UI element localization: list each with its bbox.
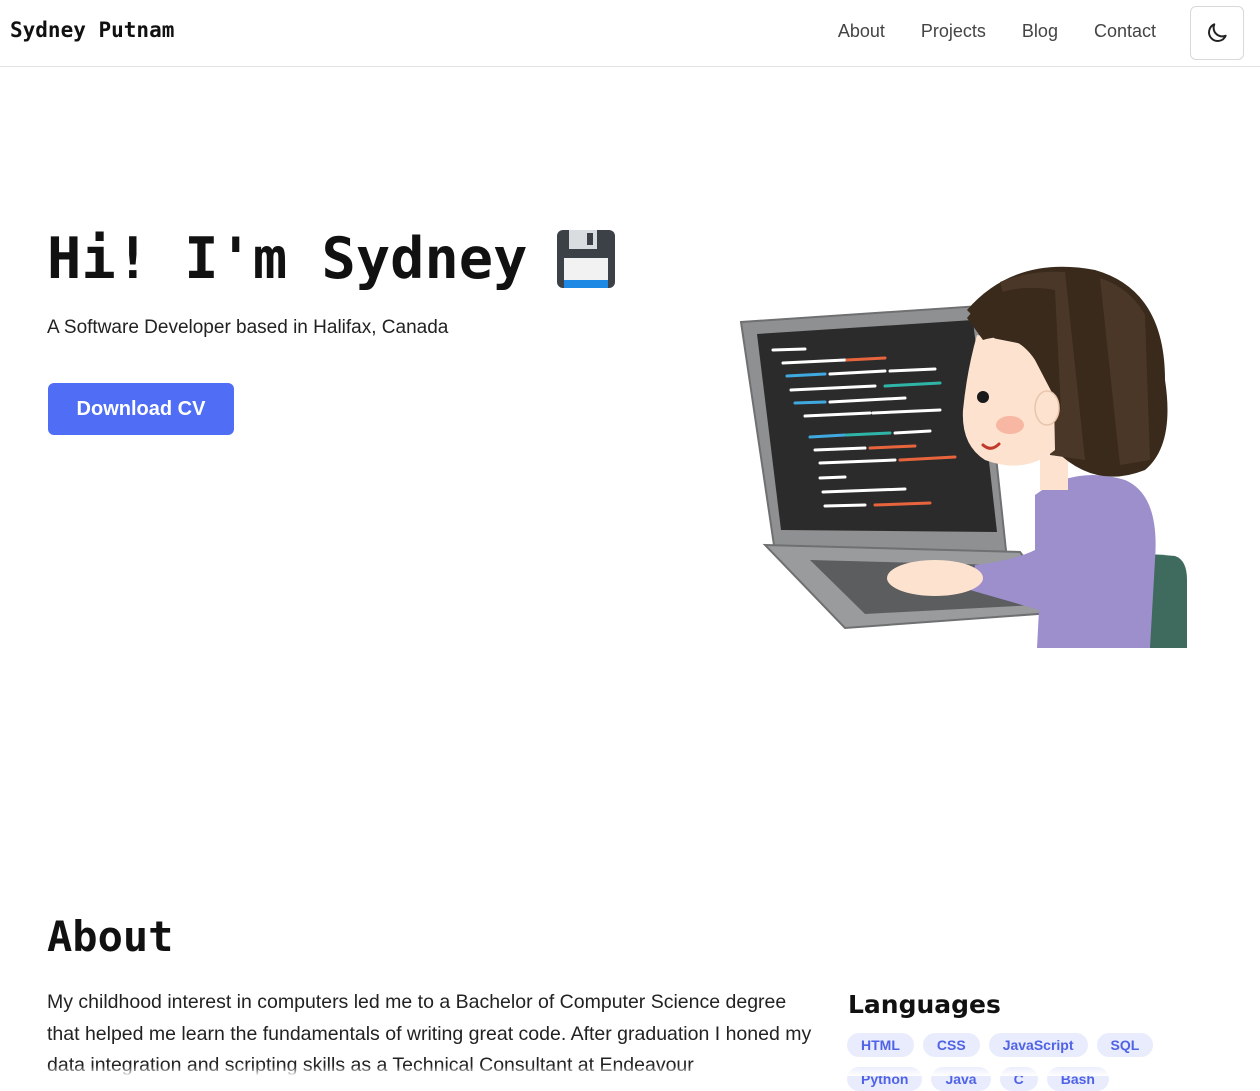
floppy-disk-icon — [557, 230, 616, 288]
theme-toggle-button[interactable] — [1190, 6, 1244, 60]
download-cv-button[interactable]: Download CV — [48, 383, 234, 435]
bottom-fade — [0, 1066, 1260, 1076]
about-heading: About — [47, 912, 174, 961]
nav-link-contact[interactable]: Contact — [1094, 21, 1156, 42]
hero-title-text: Hi! I'm Sydney — [47, 226, 528, 292]
site-header: Sydney Putnam About Projects Blog Contac… — [0, 0, 1260, 67]
moon-icon — [1208, 23, 1227, 42]
main-nav: About Projects Blog Contact — [838, 21, 1156, 42]
nav-link-projects[interactable]: Projects — [921, 21, 986, 42]
language-tag: SQL — [1096, 1033, 1154, 1057]
hero-subtitle: A Software Developer based in Halifax, C… — [47, 317, 449, 338]
hero-title: Hi! I'm Sydney — [47, 226, 617, 292]
site-brand[interactable]: Sydney Putnam — [10, 18, 174, 42]
language-tag: HTML — [847, 1033, 914, 1057]
nav-link-blog[interactable]: Blog — [1022, 21, 1058, 42]
language-tag: CSS — [922, 1033, 980, 1057]
languages-tag-list: HTML CSS JavaScript SQL Python Java C Ba… — [847, 1033, 1177, 1091]
girl-coding-on-laptop-illustration — [739, 266, 1187, 648]
language-tag: JavaScript — [988, 1033, 1088, 1057]
nav-link-about[interactable]: About — [838, 21, 885, 42]
languages-heading: Languages — [848, 990, 1001, 1019]
